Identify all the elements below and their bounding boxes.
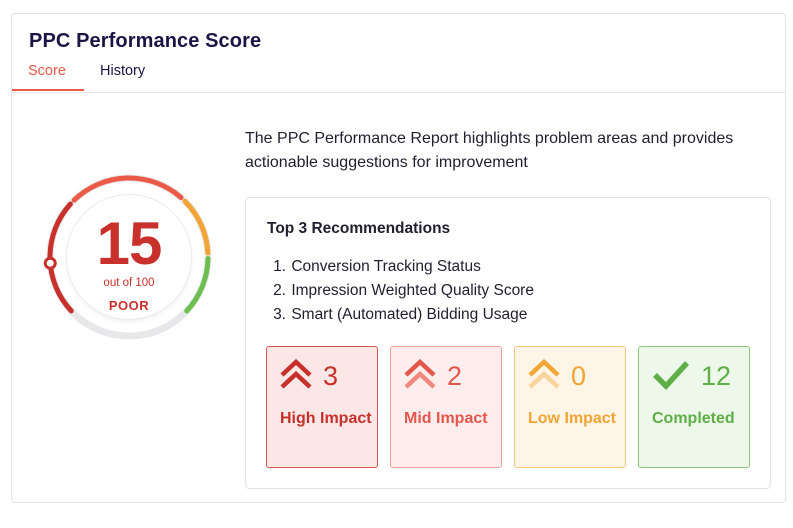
completed-label: Completed bbox=[652, 410, 735, 427]
tab-bar: Score History bbox=[12, 62, 785, 93]
tab-history[interactable]: History bbox=[100, 63, 145, 91]
recommendation-label: Smart (Automated) Bidding Usage bbox=[291, 306, 528, 323]
high-impact-count: 3 bbox=[323, 361, 339, 391]
recommendation-item[interactable]: 2. Impression Weighted Quality Score bbox=[267, 279, 534, 303]
report-description: The PPC Performance Report highlights pr… bbox=[245, 130, 734, 171]
recommendation-item[interactable]: 1. Conversion Tracking Status bbox=[267, 255, 534, 279]
tab-score[interactable]: Score bbox=[12, 63, 84, 91]
recommendations-title: Top 3 Recommendations bbox=[267, 220, 451, 237]
recommendation-label: Impression Weighted Quality Score bbox=[291, 282, 534, 299]
recommendation-number: 3. bbox=[273, 306, 286, 323]
double-chevron-up-icon bbox=[279, 358, 313, 396]
double-chevron-up-icon bbox=[527, 358, 561, 396]
score-rating: POOR bbox=[108, 298, 150, 313]
low-impact-card[interactable]: 0 Low Impact bbox=[514, 346, 626, 468]
score-gauge: 15 out of 100 POOR bbox=[34, 162, 224, 352]
high-impact-card[interactable]: 3 High Impact bbox=[266, 346, 378, 468]
recommendation-number: 2. bbox=[273, 282, 286, 299]
recommendations-panel: Top 3 Recommendations 1. Conversion Trac… bbox=[245, 197, 771, 489]
mid-impact-label: Mid Impact bbox=[404, 410, 488, 427]
recommendations-list: 1. Conversion Tracking Status 2. Impress… bbox=[267, 255, 534, 327]
low-impact-count: 0 bbox=[571, 361, 587, 391]
low-impact-label: Low Impact bbox=[528, 410, 617, 427]
ppc-score-card: PPC Performance Score Score History 15 o… bbox=[11, 13, 786, 503]
mid-impact-count: 2 bbox=[447, 361, 463, 391]
recommendation-number: 1. bbox=[273, 258, 286, 275]
high-impact-label: High Impact bbox=[280, 410, 372, 427]
completed-card[interactable]: 12 Completed bbox=[638, 346, 750, 468]
score-value: 15 bbox=[96, 210, 163, 277]
gauge-center: 15 out of 100 POOR bbox=[67, 195, 191, 319]
mid-impact-card[interactable]: 2 Mid Impact bbox=[390, 346, 502, 468]
checkmark-icon bbox=[651, 359, 691, 396]
recommendation-item[interactable]: 3. Smart (Automated) Bidding Usage bbox=[267, 303, 534, 327]
score-out-of: out of 100 bbox=[103, 277, 155, 289]
card-title: PPC Performance Score bbox=[29, 30, 262, 52]
double-chevron-up-icon bbox=[403, 358, 437, 396]
completed-count: 12 bbox=[701, 361, 732, 391]
gauge-marker bbox=[43, 256, 57, 270]
recommendation-label: Conversion Tracking Status bbox=[291, 258, 481, 275]
